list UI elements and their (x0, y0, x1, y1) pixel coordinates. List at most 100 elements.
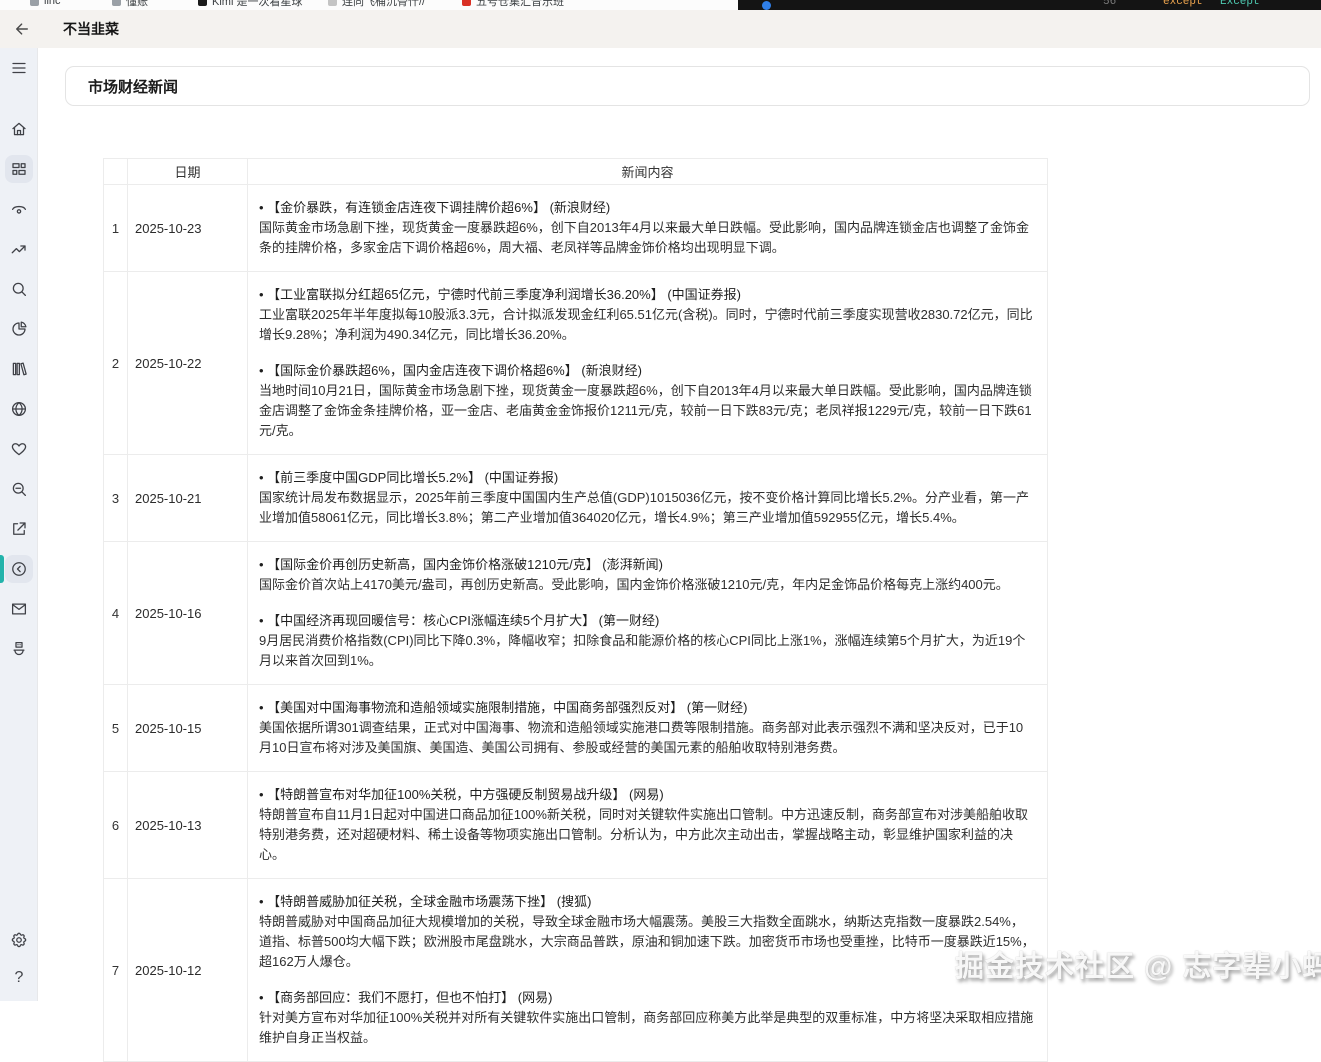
row-index: 6 (104, 772, 128, 879)
settings-icon (10, 931, 28, 949)
table-row: 42025-10-16 • 【国际金价再创历史新高，国内金饰价格涨破1210元/克… (104, 542, 1048, 685)
trending-up-icon (10, 240, 28, 258)
sidebar-item-settings[interactable] (5, 926, 33, 954)
row-index: 4 (104, 542, 128, 685)
news-table-wrap: 日期 新闻内容 12025-10-23• 【金价暴跌，有连锁金店连夜下调挂牌价超… (103, 158, 1047, 1062)
row-news-content: • 【金价暴跌，有连锁金店连夜下调挂牌价超6%】 (新浪财经)国际黄金市场急剧下… (248, 185, 1048, 272)
library-icon (10, 360, 28, 378)
sidebar-item-mail[interactable] (5, 595, 33, 623)
zoom-out-icon (10, 480, 28, 498)
row-news-content: • 【前三季度中国GDP同比增长5.2%】 (中国证券报)国家统计局发布数据显示… (248, 455, 1048, 542)
browser-top-strip: linc懂账Kimi 是一次看星球连同飞桶沉骨什//五号仓集汇音乐班 56exc… (0, 0, 1321, 10)
news-table-body: 12025-10-23• 【金价暴跌，有连锁金店连夜下调挂牌价超6%】 (新浪财… (104, 185, 1048, 1062)
pie-chart-icon (10, 320, 28, 338)
watermark: 掘金技术社区 @ 志字辈小蚂蚁 (955, 943, 1321, 985)
active-item-indicator (0, 555, 4, 583)
row-date: 2025-10-12 (128, 879, 248, 1062)
row-index: 1 (104, 185, 128, 272)
row-news-content: • 【特朗普威胁加征关税，全球金融市场震荡下挫】 (搜狐)特朗普威胁对中国商品加… (248, 879, 1048, 1062)
sidebar: ? (0, 48, 38, 1001)
back-button[interactable] (12, 19, 32, 39)
search-icon (10, 280, 28, 298)
news-body: 特朗普威胁对中国商品加征大规模增加的关税，导致全球金融市场大幅震荡。美股三大指数… (259, 912, 1035, 972)
news-body: 国际金价首次站上4170美元/盎司，再创历史新高。受此影响，国内金饰价格涨破12… (259, 575, 1035, 595)
globe-icon (10, 400, 28, 418)
row-date: 2025-10-13 (128, 772, 248, 879)
help-icon: ? (15, 969, 24, 987)
bookmark-item[interactable]: linc (30, 0, 61, 9)
home-icon (10, 120, 28, 138)
bookmark-item[interactable]: Kimi 是一次看星球 (198, 0, 302, 9)
table-row: 72025-10-12• 【特朗普威胁加征关税，全球金融市场震荡下挫】 (搜狐)… (104, 879, 1048, 1062)
sidebar-item-home[interactable] (5, 115, 33, 143)
page-title: 不当韭菜 (63, 19, 119, 39)
bookmark-item[interactable]: 连同飞桶沉骨什// (328, 0, 425, 9)
sidebar-item-globe[interactable] (5, 395, 33, 423)
news-item: • 【国际金价再创历史新高，国内金饰价格涨破1210元/克】 (澎湃新闻)国际金… (259, 555, 1035, 595)
column-header-index (104, 159, 128, 185)
bookmark-favicon (328, 0, 337, 6)
news-headline: • 【特朗普宣布对华加征100%关税，中方强硬反制贸易战升级】 (网易) (259, 785, 1035, 805)
bookmark-favicon (462, 0, 471, 6)
sidebar-item-search[interactable] (5, 275, 33, 303)
bookmark-favicon (30, 0, 39, 6)
news-item: • 【特朗普威胁加征关税，全球金融市场震荡下挫】 (搜狐)特朗普威胁对中国商品加… (259, 892, 1035, 972)
news-headline: • 【国际金价再创历史新高，国内金饰价格涨破1210元/克】 (澎湃新闻) (259, 555, 1035, 575)
news-body: 工业富联2025年半年度拟每10股派3.3元，合计拟派发现金红利65.51亿元(… (259, 305, 1035, 345)
bookmark-item[interactable]: 五号仓集汇音乐班 (462, 0, 564, 9)
bookmark-label: Kimi 是一次看星球 (212, 0, 302, 9)
row-news-content: • 【美国对中国海事物流和造船领域实施限制措施，中国商务部强烈反对】 (第一财经… (248, 685, 1048, 772)
sidebar-item-dashboard[interactable] (5, 155, 33, 183)
row-news-content: • 【工业富联拟分红超65亿元，宁德时代前三季度净利润增长36.20%】 (中国… (248, 272, 1048, 455)
sidebar-item-library[interactable] (5, 355, 33, 383)
mail-icon (10, 600, 28, 618)
news-headline: • 【金价暴跌，有连锁金店连夜下调挂牌价超6%】 (新浪财经) (259, 198, 1035, 218)
news-headline: • 【前三季度中国GDP同比增长5.2%】 (中国证券报) (259, 468, 1035, 488)
row-index: 2 (104, 272, 128, 455)
main-content: 市场财经新闻 日期 新闻内容 12025-10-23• 【金价暴跌，有连锁金店连… (38, 48, 1321, 1001)
robot-icon (10, 640, 28, 658)
sidebar-item-external-link[interactable] (5, 515, 33, 543)
code-text-fragment: Except (1220, 0, 1260, 8)
sidebar-item-eye[interactable] (5, 195, 33, 223)
news-item: • 【国际金价暴跌超6%，国内金店连夜下调价格超6%】 (新浪财经)当地时间10… (259, 361, 1035, 441)
row-date: 2025-10-15 (128, 685, 248, 772)
row-news-content: • 【特朗普宣布对华加征100%关税，中方强硬反制贸易战升级】 (网易)特朗普宣… (248, 772, 1048, 879)
row-date: 2025-10-22 (128, 272, 248, 455)
dashboard-icon (10, 160, 28, 178)
news-item: • 【特朗普宣布对华加征100%关税，中方强硬反制贸易战升级】 (网易)特朗普宣… (259, 785, 1035, 865)
bookmark-favicon (198, 0, 207, 6)
arrow-left-icon (13, 20, 31, 38)
sidebar-item-help[interactable]: ? (5, 964, 33, 992)
sidebar-item-history[interactable] (5, 555, 33, 583)
bookmark-item[interactable]: 懂账 (112, 0, 148, 9)
bookmark-label: 连同飞桶沉骨什// (342, 0, 425, 9)
news-item: • 【前三季度中国GDP同比增长5.2%】 (中国证券报)国家统计局发布数据显示… (259, 468, 1035, 528)
menu-button[interactable] (5, 54, 33, 82)
news-item: • 【商务部回应：我们不愿打，但也不怕打】 (网易)针对美方宣布对华加征100%… (259, 988, 1035, 1048)
panel-title-card: 市场财经新闻 (65, 66, 1310, 106)
news-item: • 【工业富联拟分红超65亿元，宁德时代前三季度净利润增长36.20%】 (中国… (259, 285, 1035, 345)
news-table: 日期 新闻内容 12025-10-23• 【金价暴跌，有连锁金店连夜下调挂牌价超… (103, 158, 1048, 1062)
news-item: • 【中国经济再现回暖信号：核心CPI涨幅连续5个月扩大】 (第一财经)9月居民… (259, 611, 1035, 671)
sidebar-item-pie-chart[interactable] (5, 315, 33, 343)
row-index: 3 (104, 455, 128, 542)
news-headline: • 【特朗普威胁加征关税，全球金融市场震荡下挫】 (搜狐) (259, 892, 1035, 912)
news-headline: • 【中国经济再现回暖信号：核心CPI涨幅连续5个月扩大】 (第一财经) (259, 611, 1035, 631)
column-header-content: 新闻内容 (248, 159, 1048, 185)
news-headline: • 【美国对中国海事物流和造船领域实施限制措施，中国商务部强烈反对】 (第一财经… (259, 698, 1035, 718)
menu-icon (10, 59, 28, 77)
news-body: 国际黄金市场急剧下挫，现货黄金一度暴跌超6%，创下自2013年4月以来最大单日跌… (259, 218, 1035, 258)
bookmark-label: 五号仓集汇音乐班 (476, 0, 564, 9)
sidebar-item-trending-up[interactable] (5, 235, 33, 263)
sidebar-item-zoom-out[interactable] (5, 475, 33, 503)
news-body: 特朗普宣布自11月1日起对中国进口商品加征100%新关税，同时对关键软件实施出口… (259, 805, 1035, 865)
news-headline: • 【商务部回应：我们不愿打，但也不怕打】 (网易) (259, 988, 1035, 1008)
code-window-blue-icon (762, 1, 771, 10)
sidebar-item-robot[interactable] (5, 635, 33, 663)
column-header-date: 日期 (128, 159, 248, 185)
bookmark-label: 懂账 (126, 0, 148, 9)
row-date: 2025-10-16 (128, 542, 248, 685)
news-item: • 【金价暴跌，有连锁金店连夜下调挂牌价超6%】 (新浪财经)国际黄金市场急剧下… (259, 198, 1035, 258)
sidebar-item-heart[interactable] (5, 435, 33, 463)
